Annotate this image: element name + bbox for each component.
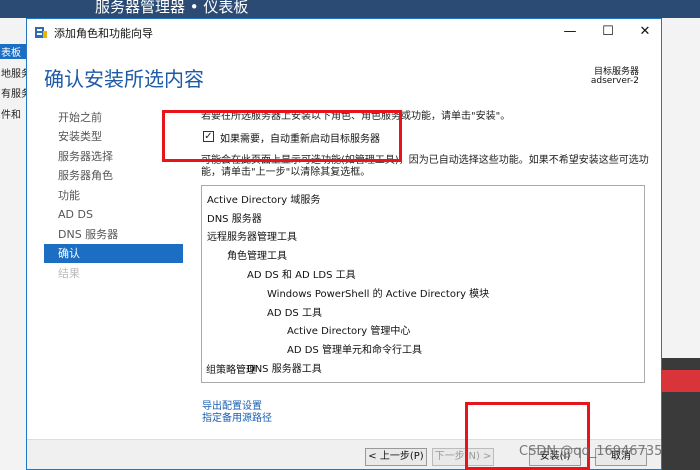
alternate-source-link[interactable]: 指定备用源路径 bbox=[202, 409, 272, 424]
close-button[interactable]: ✕ bbox=[630, 22, 660, 42]
step-ad-ds[interactable]: AD DS bbox=[44, 205, 183, 224]
server-manager-icon bbox=[35, 27, 47, 38]
feature-item: AD DS 管理单元和命令行工具 bbox=[287, 345, 422, 356]
step-confirmation[interactable]: 确认 bbox=[44, 244, 183, 263]
highlight-box-install bbox=[465, 402, 590, 470]
sidebar-item-dashboard[interactable]: 表板 bbox=[0, 44, 26, 59]
window-title: 添加角色和功能向导 bbox=[54, 27, 153, 40]
step-features[interactable]: 功能 bbox=[44, 186, 183, 205]
sidebar-item-file-services[interactable]: 件和 bbox=[0, 106, 26, 121]
watermark: CSDN @qq_16946735 bbox=[519, 444, 663, 459]
step-server-roles[interactable]: 服务器角色 bbox=[44, 166, 183, 185]
step-results: 结果 bbox=[58, 267, 80, 280]
server-manager-sidebar: 表板 地服务 有服务 件和 bbox=[0, 18, 26, 470]
feature-item: DNS 服务器 bbox=[207, 214, 262, 225]
feature-item: Windows PowerShell 的 Active Directory 模块 bbox=[267, 289, 490, 300]
feature-item: DNS 服务器工具 bbox=[247, 364, 322, 375]
previous-button[interactable]: < 上一步(P) bbox=[365, 448, 427, 466]
feature-item: 组策略管理 bbox=[206, 365, 256, 376]
feature-item: Active Directory 域服务 bbox=[207, 195, 321, 206]
feature-item: Active Directory 管理中心 bbox=[287, 326, 411, 337]
server-manager-titlebar: 服务器管理器 • 仪表板 bbox=[0, 0, 700, 18]
selected-features-list: Active Directory 域服务 DNS 服务器 远程服务器管理工具 角… bbox=[201, 185, 645, 383]
highlight-box-checkbox bbox=[162, 110, 402, 162]
optional-features-note-cont: 能，请单击"上一步"以清除其复选框。 bbox=[201, 167, 371, 178]
wizard-titlebar: 添加角色和功能向导 — ☐ ✕ bbox=[27, 19, 661, 45]
feature-item: AD DS 工具 bbox=[267, 308, 322, 319]
feature-item: 远程服务器管理工具 bbox=[207, 232, 297, 243]
sidebar-item-local-server[interactable]: 地服务 bbox=[0, 65, 26, 80]
minimize-button[interactable]: — bbox=[555, 22, 585, 42]
feature-item: 角色管理工具 bbox=[227, 251, 287, 262]
sidebar-item-all-servers[interactable]: 有服务 bbox=[0, 85, 26, 100]
target-server-name: adserver-2 bbox=[590, 76, 639, 86]
maximize-button[interactable]: ☐ bbox=[593, 22, 623, 42]
server-manager-title: 服务器管理器 • 仪表板 bbox=[95, 0, 249, 16]
step-dns-server[interactable]: DNS 服务器 bbox=[44, 225, 183, 244]
feature-item: AD DS 和 AD LDS 工具 bbox=[247, 270, 356, 281]
page-title: 确认安装所选内容 bbox=[44, 67, 204, 91]
server-manager-alert-tile bbox=[662, 370, 700, 392]
